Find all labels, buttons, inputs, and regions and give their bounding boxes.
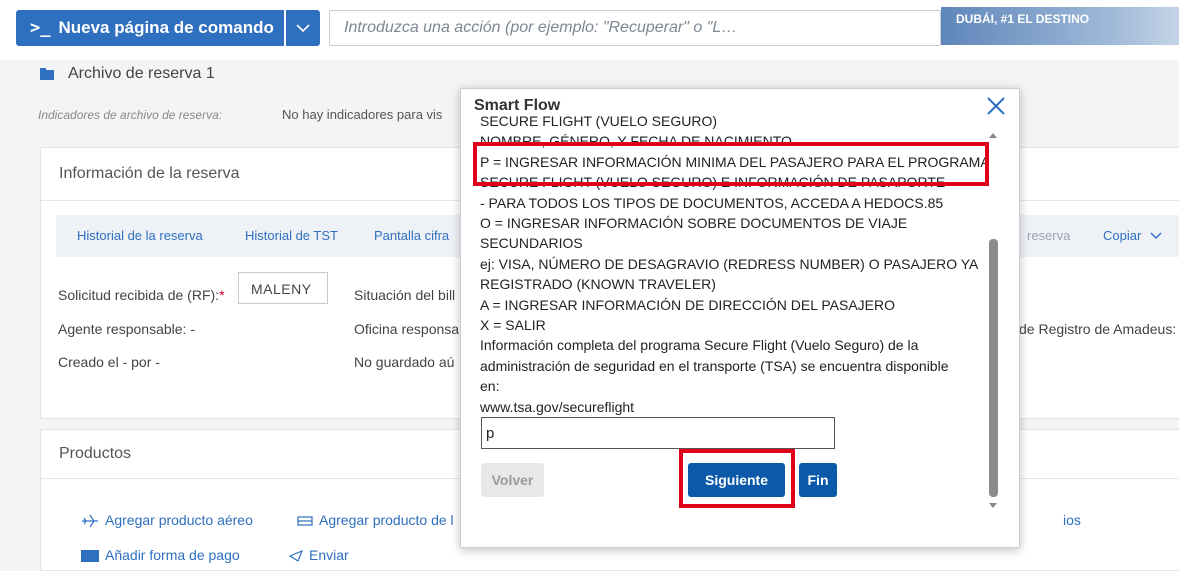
rf-label-text: Solicitud recibida de (RF): [58,287,220,303]
add-air-product-link[interactable]: Agregar producto aéreo [81,512,253,528]
add-other-product-label: Agregar producto de l [319,512,454,528]
rf-input[interactable]: MALENY [238,272,328,304]
content-line: X = SALIR [480,317,546,334]
tab-copy-label: Copiar [1103,228,1142,243]
folder-icon [40,68,54,80]
content-line: en: [480,378,500,395]
add-other-product-link[interactable]: Agregar producto de l [297,512,454,528]
tab-encoded-screen[interactable]: Pantalla cifra [374,228,449,243]
booking-file-title: Archivo de reserva 1 [40,65,215,83]
content-line: A = INGRESAR INFORMACIÓN DE DIRECCIÓN DE… [480,296,896,313]
indicators-label: Indicadores de archivo de reserva: [38,108,223,122]
next-button[interactable]: Siguiente [688,463,785,497]
not-saved-label: No guardado aú [354,354,455,370]
smart-flow-content: SECURE FLIGHT (VUELO SEGURO) NOMBRE, GÉN… [480,111,985,431]
airplane-icon [82,514,98,528]
add-payment-label: Añadir forma de pago [105,547,240,563]
agent-label: Agente responsable: - [58,321,195,337]
smart-flow-title: Smart Flow [474,97,561,115]
action-input[interactable]: Introduzca una acción (por ejemplo: "Rec… [329,10,941,46]
chevron-down-icon [296,23,310,32]
content-line: REGISTRADO (KNOWN TRAVELER) [480,276,716,293]
new-command-page-label: Nueva página de comando [58,18,274,37]
scroll-up-arrow-icon[interactable] [989,133,997,138]
content-line: P = INGRESAR INFORMACIÓN MINIMA DEL PASA… [480,153,985,170]
content-line: SECUNDARIOS [480,235,583,252]
send-icon [288,550,304,563]
add-air-product-label: Agregar producto aéreo [105,512,253,528]
promo-banner[interactable]: DUBÁI, #1 EL DESTINO [941,7,1179,45]
services-link[interactable]: ios [1063,512,1081,528]
credit-card-icon [81,550,99,563]
send-label: Enviar [309,547,349,563]
content-line: SECURE FLIGHT (VUELO SEGURO) E INFORMACI… [480,174,946,191]
booking-file-title-text: Archivo de reserva 1 [68,65,215,82]
action-input-placeholder: Introduzca una acción (por ejemplo: "Rec… [344,19,738,36]
content-line: administración de seguridad en el transp… [480,357,949,374]
ticket-status-label: Situación del bill [354,287,456,303]
bed-icon [297,516,313,526]
chevron-down-icon [1150,232,1162,239]
content-line: - PARA TODOS LOS TIPOS DE DOCUMENTOS, AC… [480,194,944,211]
created-label: Creado el - por - [58,354,160,370]
rf-label: Solicitud recibida de (RF):* [58,287,225,303]
promo-text: DUBÁI, #1 EL DESTINO [956,12,1090,26]
tab-tst-history[interactable]: Historial de TST [245,228,338,243]
finish-button[interactable]: Fin [799,463,837,497]
send-link[interactable]: Enviar [288,547,349,563]
content-line: NOMBRE, GÉNERO, Y FECHA DE NACIMIENTO [480,133,792,150]
terminal-prompt-icon: >_ [30,18,51,38]
content-line: ej: VISA, NÚMERO DE DESAGRAVIO (REDRESS … [480,255,979,272]
tab-reservation[interactable]: reserva [1027,228,1070,243]
amadeus-record-label: de Registro de Amadeus: [1019,321,1177,337]
close-icon[interactable] [983,93,1009,119]
indicators-value: No hay indicadores para vis [282,107,443,122]
smart-flow-dialog: SECURE FLIGHT (VUELO SEGURO) NOMBRE, GÉN… [460,88,1020,548]
required-mark: * [219,287,225,303]
content-line: O = INGRESAR INFORMACIÓN SOBRE DOCUMENTO… [480,215,908,232]
scrollbar-thumb[interactable] [989,239,998,497]
back-button[interactable]: Volver [481,463,544,497]
new-command-page-button[interactable]: >_ Nueva página de comando [16,10,284,46]
command-dropdown-button[interactable] [286,10,320,46]
tab-booking-history[interactable]: Historial de la reserva [77,228,203,243]
add-payment-link[interactable]: Añadir forma de pago [81,547,240,563]
scroll-down-arrow-icon[interactable] [989,503,997,508]
office-label: Oficina responsa [354,321,460,337]
tab-copy[interactable]: Copiar [1103,228,1162,243]
content-line: Información completa del programa Secure… [480,337,919,354]
smart-flow-answer-input[interactable]: p [481,417,835,449]
content-line: www.tsa.gov/secureflight [480,398,635,415]
